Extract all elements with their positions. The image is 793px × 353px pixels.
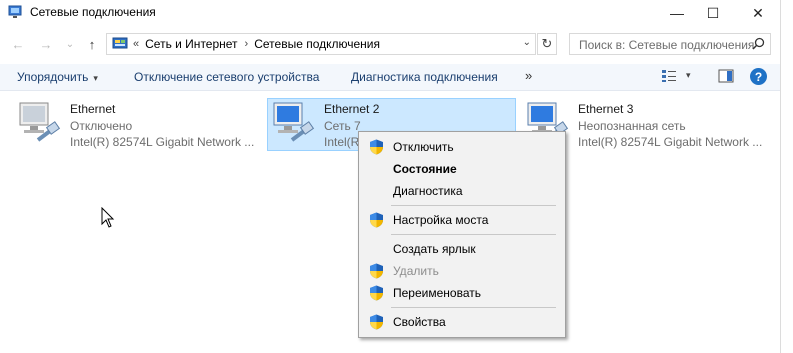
control-panel-icon bbox=[112, 37, 128, 49]
disable-device-button[interactable]: Отключение сетевого устройства bbox=[134, 70, 319, 84]
menu-item-properties[interactable]: Свойства bbox=[359, 311, 565, 333]
change-view-button[interactable] bbox=[661, 69, 677, 83]
search-placeholder: Поиск в: Сетевые подключения bbox=[579, 38, 755, 52]
connection-status: Отключено bbox=[70, 119, 133, 133]
menu-separator bbox=[391, 307, 556, 308]
address-overflow[interactable]: « bbox=[133, 38, 139, 50]
connection-name: Ethernet 3 bbox=[578, 102, 634, 116]
menu-label: Отключить bbox=[393, 140, 454, 154]
menu-item-diagnostics[interactable]: Диагностика bbox=[359, 180, 565, 202]
breadcrumb-network-connections[interactable]: Сетевые подключения bbox=[254, 37, 380, 51]
preview-pane-icon bbox=[718, 69, 734, 83]
menu-label: Диагностика bbox=[393, 184, 463, 198]
diagnose-connection-button[interactable]: Диагностика подключения bbox=[351, 70, 498, 84]
organize-label: Упорядочить bbox=[17, 70, 89, 84]
network-adapter-icon bbox=[273, 102, 315, 142]
connection-name: Ethernet 2 bbox=[324, 102, 380, 116]
window-title: Сетевые подключения bbox=[30, 5, 156, 19]
search-icon bbox=[752, 37, 765, 50]
address-dropdown-icon[interactable]: ⌄ bbox=[523, 37, 531, 48]
connection-adapter: Intel(R) 82574L Gigabit Network ... bbox=[70, 135, 255, 149]
connection-adapter: Intel(R) 82574L Gigabit Network ... bbox=[578, 135, 763, 149]
address-bar[interactable]: « Сеть и Интернет › Сетевые подключения … bbox=[106, 33, 536, 55]
context-menu: Отключить Состояние Диагностика Настройк… bbox=[358, 131, 566, 338]
breadcrumb-separator[interactable]: › bbox=[245, 38, 249, 50]
menu-label: Настройка моста bbox=[393, 213, 489, 227]
uac-shield-icon bbox=[370, 139, 383, 155]
uac-shield-icon bbox=[370, 285, 383, 301]
uac-shield-icon bbox=[370, 212, 383, 228]
close-button[interactable]: ✕ bbox=[735, 0, 781, 26]
title-bar: Сетевые подключения — ☐ ✕ bbox=[0, 0, 793, 26]
menu-item-bridge[interactable]: Настройка моста bbox=[359, 209, 565, 231]
connection-name: Ethernet bbox=[70, 102, 116, 116]
menu-label: Переименовать bbox=[393, 286, 481, 300]
uac-shield-icon bbox=[370, 314, 383, 330]
network-connections-icon bbox=[8, 5, 22, 18]
connection-status: Сеть 7 bbox=[324, 119, 361, 133]
view-details-icon bbox=[662, 70, 676, 82]
uac-shield-icon bbox=[370, 263, 383, 279]
menu-label: Свойства bbox=[393, 315, 446, 329]
menu-label: Удалить bbox=[393, 264, 439, 278]
chevron-down-icon: ▾ bbox=[93, 73, 98, 83]
search-input[interactable]: Поиск в: Сетевые подключения bbox=[569, 33, 771, 55]
window-edge bbox=[780, 0, 781, 353]
preview-pane-button[interactable] bbox=[718, 69, 734, 83]
menu-separator bbox=[391, 205, 556, 206]
connection-item-ethernet[interactable]: Ethernet Отключено Intel(R) 82574L Gigab… bbox=[14, 99, 264, 151]
menu-separator bbox=[391, 234, 556, 235]
mouse-cursor-icon bbox=[101, 207, 115, 228]
menu-item-rename[interactable]: Переименовать bbox=[359, 282, 565, 304]
network-adapter-icon bbox=[19, 102, 61, 142]
refresh-button[interactable]: ↻ bbox=[537, 33, 557, 55]
organize-button[interactable]: Упорядочить ▾ bbox=[17, 70, 98, 84]
menu-label: Состояние bbox=[393, 162, 457, 176]
up-button[interactable]: ↑ bbox=[82, 34, 102, 54]
connection-status: Неопознанная сеть bbox=[578, 119, 686, 133]
help-button[interactable]: ? bbox=[750, 68, 767, 85]
menu-item-create-shortcut[interactable]: Создать ярлык bbox=[359, 238, 565, 260]
menu-item-status[interactable]: Состояние bbox=[359, 158, 565, 180]
menu-label: Создать ярлык bbox=[393, 242, 476, 256]
maximize-button[interactable]: ☐ bbox=[690, 0, 736, 26]
recent-locations-button[interactable]: ⌄ bbox=[60, 34, 80, 54]
menu-item-disable[interactable]: Отключить bbox=[359, 136, 565, 158]
view-dropdown-icon[interactable]: ▾ bbox=[686, 70, 691, 81]
more-commands-button[interactable]: » bbox=[525, 68, 532, 83]
back-button[interactable]: ← bbox=[8, 34, 28, 54]
breadcrumb-network-internet[interactable]: Сеть и Интернет bbox=[145, 37, 237, 51]
forward-button[interactable]: → bbox=[36, 34, 56, 54]
menu-item-delete[interactable]: Удалить bbox=[359, 260, 565, 282]
